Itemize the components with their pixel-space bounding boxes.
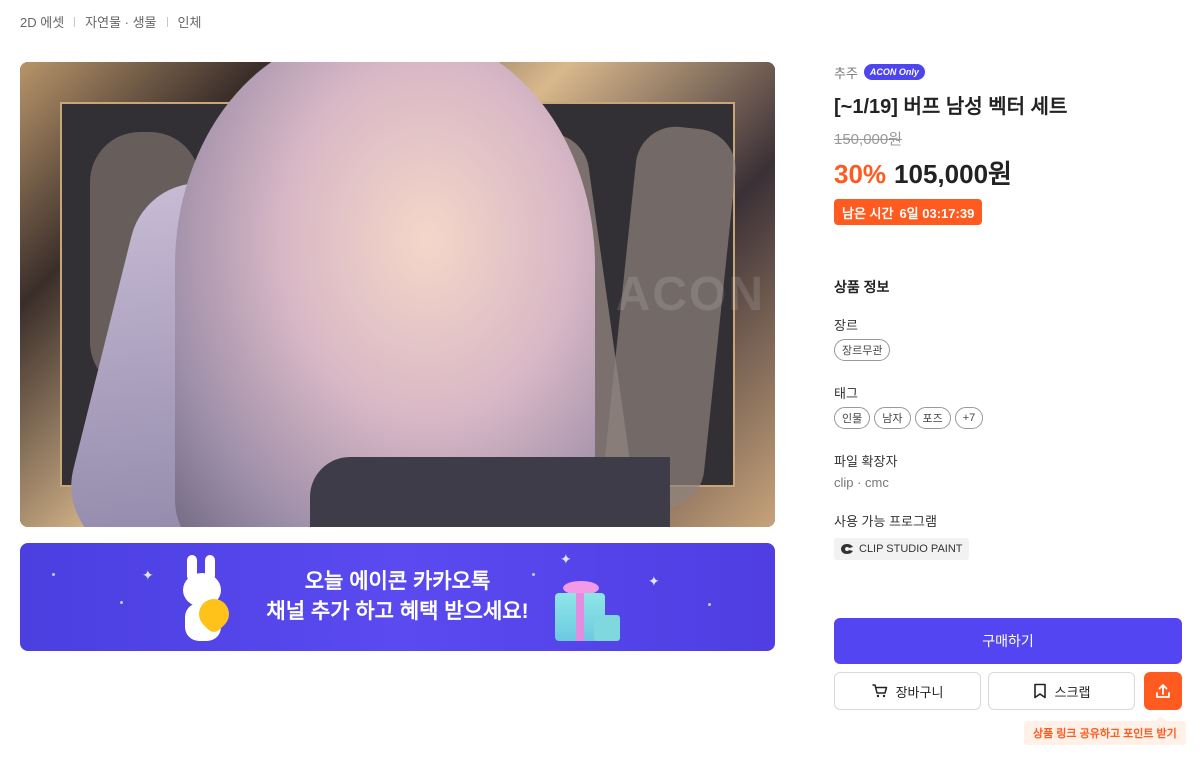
kakao-channel-banner[interactable]: ✦ ✦ ✦ 오늘 에이콘 카카오톡 채널 추가 하고 혜택 받으세요! [20, 543, 775, 651]
cart-icon [871, 684, 887, 698]
share-button[interactable] [1144, 672, 1182, 710]
share-tooltip: 상품 링크 공유하고 포인트 받기 [1024, 716, 1186, 745]
product-main-image[interactable]: ACON [20, 62, 775, 527]
sparkle-icon: ✦ [560, 551, 572, 567]
product-summary: 추주 ACON Only [~1/19] 버프 남성 벡터 세트 150,000… [834, 62, 1182, 225]
genre-chips: 장르무관 [834, 339, 891, 361]
tag-chips: 인물 남자 포즈 +7 [834, 407, 984, 429]
banner-text: 오늘 에이콘 카카오톡 채널 추가 하고 혜택 받으세요! [20, 567, 775, 627]
scrap-button[interactable]: 스크랩 [988, 672, 1135, 710]
tag-chip-more[interactable]: +7 [954, 407, 984, 429]
product-title: [~1/19] 버프 남성 벡터 세트 [834, 96, 1068, 118]
tag-chip-person[interactable]: 인물 [834, 407, 871, 429]
banner-line-1: 오늘 에이콘 카카오톡 [304, 570, 491, 593]
discount-rate: 30% [834, 159, 887, 189]
breadcrumb-divider [166, 16, 168, 27]
price-row: 30% 105,000원 [834, 154, 1182, 191]
remaining-time-badge: 남은 시간 6일 03:17:39 [834, 199, 983, 225]
cart-button[interactable]: 장바구니 [834, 672, 981, 710]
tag-chip-pose[interactable]: 포즈 [914, 407, 951, 429]
timer-value: 6일 03:17:39 [899, 205, 975, 221]
genre-chip[interactable]: 장르무관 [834, 339, 891, 361]
tag-label: 태그 [834, 386, 858, 401]
original-price: 150,000원 [834, 131, 903, 148]
seller-row: 추주 ACON Only [834, 62, 1182, 82]
seller-name[interactable]: 추주 [834, 63, 858, 82]
breadcrumb-item-2d-asset[interactable]: 2D 에셋 [20, 12, 64, 31]
program-label: 사용 가능 프로그램 [834, 514, 937, 529]
buy-button[interactable]: 구매하기 [834, 618, 1182, 664]
timer-label: 남은 시간 [842, 205, 894, 221]
clip-studio-icon [841, 544, 853, 554]
tag-chip-male[interactable]: 남자 [874, 407, 911, 429]
acon-only-badge: ACON Only [863, 64, 925, 80]
sale-price: 105,000원 [894, 159, 1012, 189]
breadcrumb-item-body[interactable]: 인체 [178, 12, 202, 31]
figure-pants [310, 457, 670, 527]
file-extension-value: clip · cmc [834, 475, 889, 490]
cart-label: 장바구니 [895, 684, 944, 700]
program-name: CLIP STUDIO PAINT [859, 543, 963, 555]
program-chip: CLIP STUDIO PAINT [834, 538, 969, 560]
breadcrumb: 2D 에셋 자연물 · 생물 인체 [20, 12, 201, 31]
banner-line-2: 채널 추가 하고 혜택 받으세요! [266, 600, 529, 623]
genre-label: 장르 [834, 318, 858, 333]
scrap-label: 스크랩 [1054, 684, 1091, 700]
watermark: ACON [615, 268, 765, 321]
product-info-title: 상품 정보 [834, 279, 890, 295]
bookmark-icon [1033, 683, 1046, 699]
share-upload-icon [1156, 684, 1170, 698]
breadcrumb-item-nature[interactable]: 자연물 · 생물 [85, 12, 156, 31]
small-gift-box-icon [594, 615, 620, 641]
breadcrumb-divider [74, 16, 76, 27]
file-extension-label: 파일 확장자 [834, 454, 898, 469]
